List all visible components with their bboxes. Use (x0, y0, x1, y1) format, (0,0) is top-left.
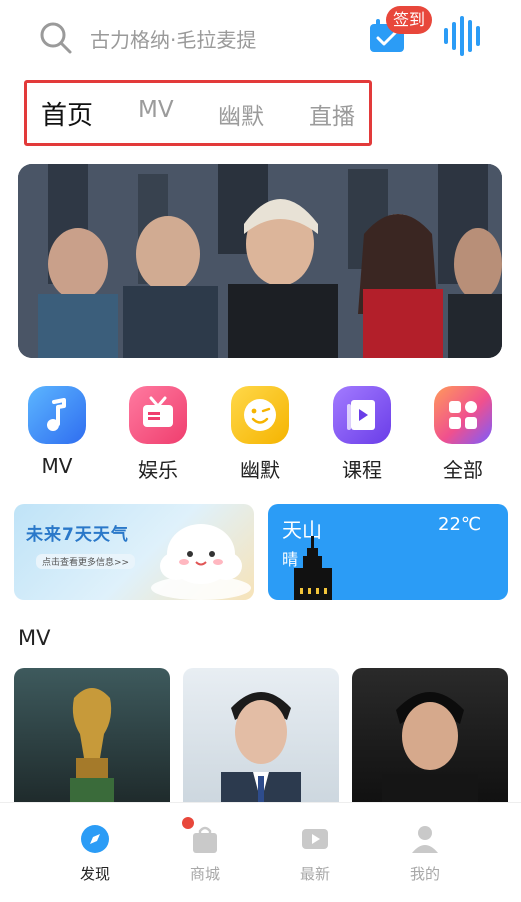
banner-image (18, 164, 502, 358)
search-icon[interactable] (38, 20, 74, 56)
voice-wave-icon[interactable] (442, 16, 486, 56)
nav-mall[interactable]: 商城 (170, 823, 240, 884)
wink-face-icon (231, 386, 289, 444)
weather-temperature: 22℃ (438, 514, 482, 535)
category-all[interactable]: 全部 (432, 386, 494, 483)
header: 古力格纳·毛拉麦提 签到 (0, 0, 521, 76)
nav-discover[interactable]: 发现 (60, 823, 130, 884)
shopping-bag-icon (189, 823, 221, 855)
weather-forecast-card[interactable]: 未来7天天气 点击查看更多信息>> (14, 504, 254, 600)
building-icon (294, 536, 332, 600)
tab-bar: 首页 MV 幽默 直播 (24, 80, 372, 146)
category-humor[interactable]: 幽默 (229, 386, 291, 483)
nav-mine[interactable]: 我的 (390, 823, 460, 884)
video-card[interactable] (183, 668, 339, 802)
nav-label: 发现 (79, 865, 110, 883)
notification-dot (182, 817, 194, 829)
cloud-mascot-icon (151, 524, 251, 600)
category-label: MV (41, 454, 73, 478)
tv-icon (129, 386, 187, 444)
category-course[interactable]: 课程 (331, 386, 393, 483)
nav-label: 我的 (409, 865, 440, 883)
category-label: 娱乐 (138, 458, 178, 482)
grid-icon (434, 386, 492, 444)
category-mv[interactable]: MV (26, 386, 88, 478)
trophy-thumbnail (70, 688, 114, 802)
tab-mv[interactable]: MV (138, 97, 174, 123)
video-card[interactable] (14, 668, 170, 802)
compass-icon (79, 823, 111, 855)
tab-home[interactable]: 首页 (41, 95, 93, 132)
play-icon (299, 823, 331, 855)
bottom-navigation: 发现 商城 最新 我的 (0, 802, 521, 902)
nav-label: 最新 (299, 865, 330, 883)
app-root: 古力格纳·毛拉麦提 签到 首页 MV 幽默 直播 MV 娱乐 幽默 课程 全部 … (0, 0, 521, 902)
nav-latest[interactable]: 最新 (280, 823, 350, 884)
category-label: 全部 (443, 458, 483, 482)
music-note-icon (28, 386, 86, 444)
artist-thumbnail (382, 692, 478, 802)
tab-humor[interactable]: 幽默 (218, 97, 264, 131)
forecast-title: 未来7天天气 (26, 525, 129, 545)
artist-thumbnail (221, 692, 301, 802)
category-label: 课程 (342, 458, 382, 482)
forecast-subtitle: 点击查看更多信息>> (36, 554, 136, 569)
category-entertainment[interactable]: 娱乐 (127, 386, 189, 483)
banner-carousel[interactable] (18, 164, 502, 358)
person-icon (409, 823, 441, 855)
current-weather-card[interactable]: 天山 22℃ 晴 (268, 504, 508, 600)
section-title: MV (18, 626, 51, 650)
search-input[interactable]: 古力格纳·毛拉麦提 (90, 24, 256, 53)
nav-label: 商城 (189, 865, 220, 883)
checkin-badge[interactable]: 签到 (386, 6, 432, 34)
tab-live[interactable]: 直播 (309, 97, 355, 131)
video-card[interactable] (352, 668, 508, 802)
category-label: 幽默 (240, 458, 280, 482)
book-icon (333, 386, 391, 444)
